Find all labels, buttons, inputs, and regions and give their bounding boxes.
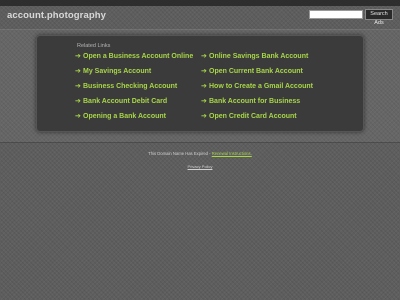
- related-link[interactable]: ➔ Bank Account Debit Card: [75, 97, 167, 107]
- related-link-label[interactable]: Open Current Bank Account: [209, 67, 303, 77]
- related-links-panel: Related Links ➔ Open a Business Account …: [36, 35, 364, 132]
- related-link-label[interactable]: Bank Account Debit Card: [83, 97, 167, 107]
- search-ads-button[interactable]: Search Ads: [365, 9, 393, 26]
- related-link-label[interactable]: Open a Business Account Online: [83, 52, 193, 62]
- related-link-label[interactable]: Business Checking Account: [83, 82, 177, 92]
- related-link[interactable]: ➔ My Savings Account: [75, 67, 151, 77]
- related-link-label[interactable]: Online Savings Bank Account: [209, 52, 308, 62]
- related-link[interactable]: ➔ Open Current Bank Account: [201, 67, 303, 77]
- privacy-policy: Privacy Policy: [0, 164, 400, 169]
- related-link-label[interactable]: Open Credit Card Account: [209, 112, 297, 122]
- related-links-heading: Related Links: [77, 43, 111, 49]
- arrow-right-icon: ➔: [201, 68, 207, 75]
- arrow-right-icon: ➔: [201, 53, 207, 60]
- arrow-right-icon: ➔: [75, 83, 81, 90]
- related-link-label[interactable]: How to Create a Gmail Account: [209, 82, 313, 92]
- related-link-label[interactable]: Opening a Bank Account: [83, 112, 166, 122]
- related-link[interactable]: ➔ Open Credit Card Account: [201, 112, 297, 122]
- search-input[interactable]: [309, 10, 363, 19]
- related-link[interactable]: ➔ Bank Account for Business: [201, 97, 300, 107]
- privacy-policy-link[interactable]: Privacy Policy: [188, 164, 213, 169]
- arrow-right-icon: ➔: [75, 113, 81, 120]
- related-link-label[interactable]: Bank Account for Business: [209, 97, 300, 107]
- arrow-right-icon: ➔: [201, 113, 207, 120]
- related-link-label[interactable]: My Savings Account: [83, 67, 151, 77]
- domain-title: account.photography: [7, 10, 107, 21]
- arrow-right-icon: ➔: [201, 98, 207, 105]
- related-link[interactable]: ➔ How to Create a Gmail Account: [201, 82, 313, 92]
- expired-notice: This Domain Name Has Expired - Renewal I…: [0, 151, 400, 156]
- renewal-instructions-link[interactable]: Renewal Instructions.: [212, 151, 252, 156]
- related-link[interactable]: ➔ Open a Business Account Online: [75, 52, 193, 62]
- related-link[interactable]: ➔ Online Savings Bank Account: [201, 52, 308, 62]
- arrow-right-icon: ➔: [75, 68, 81, 75]
- expired-notice-text: This Domain Name Has Expired -: [148, 151, 212, 156]
- arrow-right-icon: ➔: [75, 53, 81, 60]
- arrow-right-icon: ➔: [75, 98, 81, 105]
- arrow-right-icon: ➔: [201, 83, 207, 90]
- related-link[interactable]: ➔ Opening a Bank Account: [75, 112, 166, 122]
- related-link[interactable]: ➔ Business Checking Account: [75, 82, 177, 92]
